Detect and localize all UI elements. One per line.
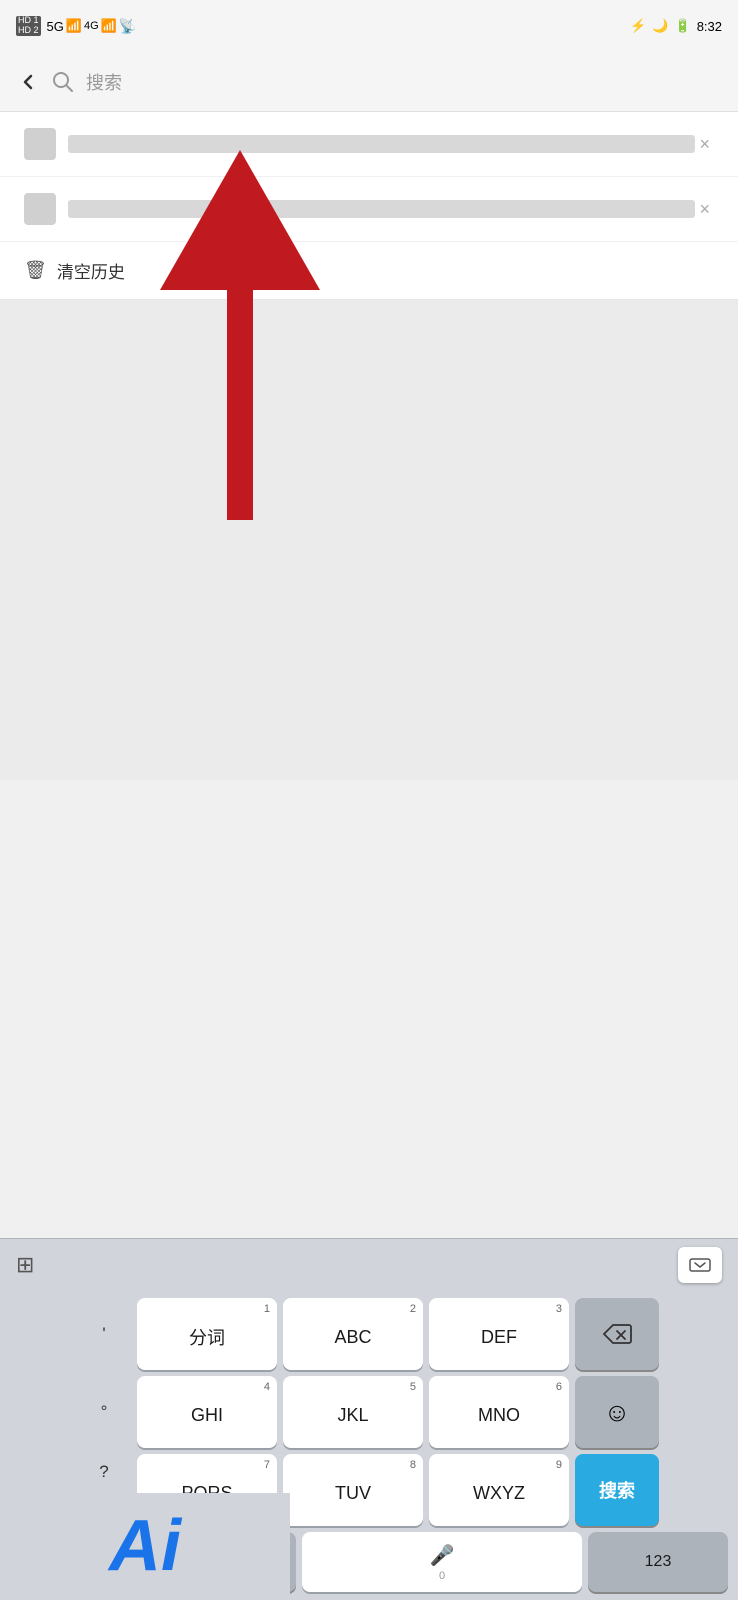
- symbol-col-2: °: [79, 1376, 129, 1448]
- ai-label: Ai: [109, 1505, 181, 1587]
- key-mno[interactable]: 6 MNO: [429, 1376, 569, 1448]
- num-key-label: 123: [645, 1553, 672, 1571]
- key-jkl[interactable]: 5 JKL: [283, 1376, 423, 1448]
- hd-badge: HD 1 HD 2: [16, 16, 41, 36]
- mic-icon: 🎤: [430, 1543, 455, 1568]
- keys-row2: 4 GHI 5 JKL 6 MNO: [137, 1376, 569, 1448]
- battery-icon: 🔋: [675, 18, 691, 34]
- content-area: [0, 300, 738, 780]
- search-icon: [52, 71, 74, 93]
- clear-history-button[interactable]: 🗑 清空历史: [0, 242, 738, 299]
- moon-icon: 🌙: [652, 18, 668, 34]
- history-item-icon: [24, 193, 56, 225]
- history-item-text: [68, 135, 695, 153]
- signal-bars-2: 📶: [101, 18, 117, 34]
- key-abc[interactable]: 2 ABC: [283, 1298, 423, 1370]
- key-row-1: ' 1 分词 2 ABC 3 DEF: [6, 1298, 732, 1370]
- signal-5g: 5G: [47, 19, 64, 34]
- search-placeholder[interactable]: 搜索: [86, 69, 122, 95]
- status-bar: HD 1 HD 2 5G 📶 4G 📶 📡 ⚡ 🌙 🔋 8:32: [0, 0, 738, 52]
- bluetooth-icon: ⚡: [630, 18, 646, 34]
- signal-4g: 4G: [84, 20, 99, 32]
- backspace-key[interactable]: [575, 1298, 659, 1370]
- status-right: ⚡ 🌙 🔋 8:32: [630, 18, 722, 34]
- toolbar-left: ⊞: [16, 1252, 34, 1278]
- key-row-2: ° 4 GHI 5 JKL 6 MNO: [6, 1376, 732, 1448]
- key-ghi[interactable]: 4 GHI: [137, 1376, 277, 1448]
- symbol-question: ?: [79, 1454, 129, 1490]
- symbol-degree: °: [79, 1376, 129, 1448]
- main-keys-row1: 1 分词 2 ABC 3 DEF: [137, 1298, 569, 1370]
- symbol-col-1: ': [79, 1298, 129, 1370]
- history-item[interactable]: ×: [0, 112, 738, 177]
- key-tuv[interactable]: 8 TUV: [283, 1454, 423, 1526]
- history-item-close[interactable]: ×: [695, 195, 714, 224]
- key-def[interactable]: 3 DEF: [429, 1298, 569, 1370]
- signal-bars-1: 📶: [66, 18, 82, 34]
- clear-history-label: 清空历史: [57, 258, 125, 283]
- search-key[interactable]: 搜索: [575, 1454, 659, 1526]
- keyboard-dismiss-button[interactable]: [678, 1247, 722, 1283]
- grid-icon[interactable]: ⊞: [16, 1252, 34, 1278]
- main-keys-row2: 4 GHI 5 JKL 6 MNO: [137, 1376, 569, 1448]
- emoji-key[interactable]: ☺: [575, 1376, 659, 1448]
- symbol-apostrophe: ': [79, 1298, 129, 1370]
- keyboard-toolbar: ⊞: [0, 1238, 738, 1290]
- num-key[interactable]: 123: [588, 1532, 728, 1592]
- search-bar: 搜索: [0, 52, 738, 112]
- history-item-text: [68, 200, 695, 218]
- keys-row1: 1 分词 2 ABC 3 DEF: [137, 1298, 569, 1370]
- space-key[interactable]: 🎤 0: [302, 1532, 582, 1592]
- history-item-close[interactable]: ×: [695, 130, 714, 159]
- wifi-icon: 📡: [119, 18, 136, 35]
- space-num: 0: [439, 1570, 445, 1582]
- time-display: 8:32: [697, 19, 722, 34]
- history-panel: × × 🗑 清空历史: [0, 112, 738, 300]
- status-left: HD 1 HD 2 5G 📶 4G 📶 📡: [16, 16, 136, 36]
- trash-icon: 🗑: [24, 260, 47, 281]
- key-wxyz[interactable]: 9 WXYZ: [429, 1454, 569, 1526]
- ai-label-area: Ai: [0, 1493, 290, 1598]
- back-button[interactable]: [16, 70, 40, 94]
- history-item[interactable]: ×: [0, 177, 738, 242]
- history-item-icon: [24, 128, 56, 160]
- key-fenei[interactable]: 1 分词: [137, 1298, 277, 1370]
